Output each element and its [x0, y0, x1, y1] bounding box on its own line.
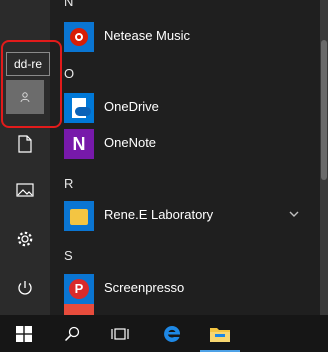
- task-view-icon: [111, 327, 129, 340]
- folder-icon: [210, 327, 230, 342]
- search-button[interactable]: [48, 315, 96, 352]
- app-item-onenote[interactable]: N OneNote: [50, 125, 320, 161]
- chevron-down-icon[interactable]: [288, 208, 300, 220]
- app-item-rene-e-laboratory[interactable]: Rene.E Laboratory: [50, 197, 320, 233]
- task-view-button[interactable]: [96, 315, 144, 352]
- taskbar: [0, 315, 328, 352]
- gear-icon: [17, 231, 33, 247]
- edge-icon: [164, 325, 181, 342]
- documents-button[interactable]: [0, 122, 50, 166]
- partial-app-icon: [64, 304, 94, 315]
- app-name: OneDrive: [104, 99, 159, 114]
- app-item-netease-music[interactable]: Netease Music: [50, 18, 320, 54]
- highlight-annotation: [1, 40, 62, 128]
- group-letter-o[interactable]: O: [64, 66, 74, 81]
- file-explorer-button[interactable]: [196, 315, 244, 352]
- start-button[interactable]: [0, 315, 48, 352]
- start-menu: N Netease Music O OneDrive N OneNote R R…: [0, 0, 328, 315]
- app-item-onedrive[interactable]: OneDrive: [50, 89, 320, 125]
- app-name: Rene.E Laboratory: [104, 207, 214, 222]
- edge-button[interactable]: [148, 315, 196, 352]
- app-name: OneNote: [104, 135, 157, 150]
- app-list: N Netease Music O OneDrive N OneNote R R…: [50, 0, 320, 315]
- onenote-icon: N: [64, 129, 94, 159]
- scrollbar[interactable]: [320, 0, 328, 315]
- windows-logo-icon: [16, 325, 32, 342]
- search-icon: [64, 326, 80, 341]
- power-icon: [18, 281, 32, 295]
- group-letter-n[interactable]: N: [64, 0, 73, 9]
- settings-button[interactable]: [0, 217, 50, 261]
- netease-music-icon: [64, 22, 94, 52]
- pictures-button[interactable]: [0, 168, 50, 212]
- power-button[interactable]: [0, 266, 50, 310]
- onedrive-icon: [64, 93, 94, 123]
- document-icon: [18, 135, 32, 153]
- picture-icon: [16, 183, 34, 197]
- folder-icon: [64, 201, 94, 231]
- app-name: Netease Music: [104, 28, 190, 43]
- scroll-thumb[interactable]: [321, 40, 327, 180]
- app-name: Screenpresso: [104, 280, 185, 295]
- group-letter-s[interactable]: S: [64, 248, 73, 263]
- app-item-screenpresso[interactable]: P Screenpresso: [50, 270, 320, 306]
- screenpresso-icon: P: [64, 274, 94, 304]
- group-letter-r[interactable]: R: [64, 176, 73, 191]
